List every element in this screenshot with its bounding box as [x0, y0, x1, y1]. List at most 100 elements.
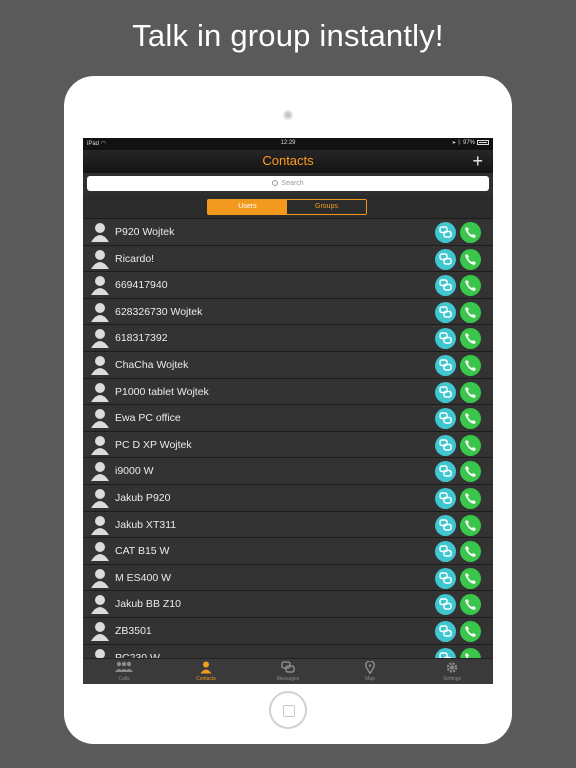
contact-row[interactable]: Ewa PC office: [83, 404, 493, 431]
avatar-icon: [91, 382, 109, 402]
contact-row[interactable]: M ES400 W: [83, 563, 493, 591]
headline: Talk in group instantly!: [132, 18, 444, 53]
call-button[interactable]: [460, 567, 481, 589]
message-button[interactable]: [435, 514, 456, 536]
contact-name: Ricardo!: [115, 252, 155, 265]
message-button[interactable]: [435, 488, 456, 509]
tab-contacts[interactable]: Contacts: [165, 659, 247, 684]
call-button[interactable]: [460, 328, 481, 350]
call-button[interactable]: [460, 248, 481, 270]
map-pin-icon: [365, 661, 375, 674]
avatar-icon: [95, 648, 105, 658]
avatar-icon: [91, 489, 109, 508]
message-button[interactable]: [435, 222, 456, 243]
message-button[interactable]: [435, 301, 456, 323]
message-button[interactable]: [435, 355, 456, 376]
tab-settings[interactable]: Settings: [411, 659, 493, 684]
chat-icon: [439, 598, 452, 611]
contact-row[interactable]: P920 Wojtek: [83, 218, 493, 245]
call-button[interactable]: [460, 621, 481, 642]
page-title: Contacts: [262, 153, 314, 168]
tab-map[interactable]: Map: [329, 659, 411, 684]
message-button[interactable]: [435, 434, 456, 456]
add-contact-button[interactable]: +: [472, 150, 483, 172]
contact-name: i9000 W: [115, 465, 154, 478]
call-button[interactable]: [460, 461, 481, 483]
message-button[interactable]: [435, 621, 456, 642]
call-button[interactable]: [460, 488, 481, 509]
phone-icon: [465, 599, 476, 611]
contact-row[interactable]: i9000 W: [83, 457, 493, 484]
chat-icon: [439, 439, 452, 451]
avatar-icon: [91, 622, 109, 641]
contact-name: Jakub BB Z10: [115, 598, 181, 611]
avatar-icon: [91, 568, 109, 588]
message-button[interactable]: [435, 541, 456, 563]
contact-list[interactable]: P920 Wojtek Ricardo! 669417940 628326730 Wo…: [83, 218, 493, 658]
contact-name: CAT B15 W: [115, 545, 170, 558]
contact-row[interactable]: ZB3501: [83, 617, 493, 644]
call-button[interactable]: [460, 514, 481, 536]
message-button[interactable]: [435, 248, 456, 270]
chat-icon: [439, 359, 452, 371]
contact-row[interactable]: Ricardo!: [83, 244, 493, 272]
contact-name: P1000 tablet Wojtek: [115, 385, 209, 398]
message-button[interactable]: [435, 594, 456, 616]
chat-icon: [439, 492, 452, 504]
contact-row[interactable]: PC D XP Wojtek: [83, 430, 493, 458]
avatar-icon: [91, 462, 109, 482]
avatar-icon: [91, 223, 109, 242]
contact-row[interactable]: PC230 W: [83, 643, 493, 658]
phone-icon: [465, 439, 476, 451]
contact-name: Jakub P920: [115, 492, 171, 504]
gear-icon: [446, 662, 458, 673]
chat-icon: [439, 572, 452, 584]
contact-name: M ES400 W: [115, 571, 172, 584]
call-button[interactable]: [460, 647, 481, 658]
contact-name: 618317392: [115, 332, 168, 345]
search-input[interactable]: Search: [87, 176, 489, 191]
contact-row[interactable]: ChaCha Wojtek: [83, 351, 493, 378]
avatar-icon: [91, 302, 109, 322]
call-button[interactable]: [460, 222, 481, 243]
call-button[interactable]: [460, 355, 481, 376]
contact-row[interactable]: P1000 tablet Wojtek: [83, 377, 493, 405]
avatar-icon: [91, 515, 109, 535]
contact-row[interactable]: 628326730 Wojtek: [83, 297, 493, 325]
call-button[interactable]: [460, 408, 481, 430]
home-button[interactable]: [269, 691, 307, 729]
message-button[interactable]: [435, 381, 456, 403]
phone-icon: [465, 227, 476, 238]
segment-users[interactable]: Users: [208, 200, 287, 214]
message-button[interactable]: [435, 461, 456, 483]
phone-icon: [465, 413, 476, 425]
contact-row[interactable]: 669417940: [83, 271, 493, 298]
call-button[interactable]: [460, 381, 481, 403]
contact-row[interactable]: Jakub BB Z10: [83, 590, 493, 617]
contact-row[interactable]: Jakub XT311: [83, 510, 493, 538]
contact-row[interactable]: CAT B15 W: [83, 537, 493, 564]
call-button[interactable]: [460, 594, 481, 616]
avatar-icon: [91, 542, 109, 562]
call-button[interactable]: [460, 541, 481, 563]
message-button[interactable]: [435, 567, 456, 589]
call-button[interactable]: [460, 434, 481, 456]
avatar-icon: [91, 409, 109, 429]
segment-groups[interactable]: Groups: [287, 200, 366, 214]
chat-icon: [439, 465, 452, 478]
phone-icon: [465, 386, 476, 398]
call-button[interactable]: [460, 301, 481, 323]
contact-row[interactable]: 618317392: [83, 324, 493, 351]
tab-calls[interactable]: Calls: [83, 659, 165, 684]
message-button[interactable]: [435, 408, 456, 430]
tab-calls-label: Calls: [118, 676, 130, 682]
message-button[interactable]: [435, 328, 456, 350]
message-button[interactable]: [435, 275, 456, 297]
call-button[interactable]: [460, 275, 481, 297]
message-button[interactable]: [435, 647, 456, 658]
avatar-icon: [91, 356, 109, 375]
location-icon: ➤: [452, 140, 457, 147]
contact-row[interactable]: Jakub P920: [83, 484, 493, 511]
tab-messages[interactable]: Messages: [247, 659, 329, 684]
avatar-icon: [91, 276, 109, 296]
